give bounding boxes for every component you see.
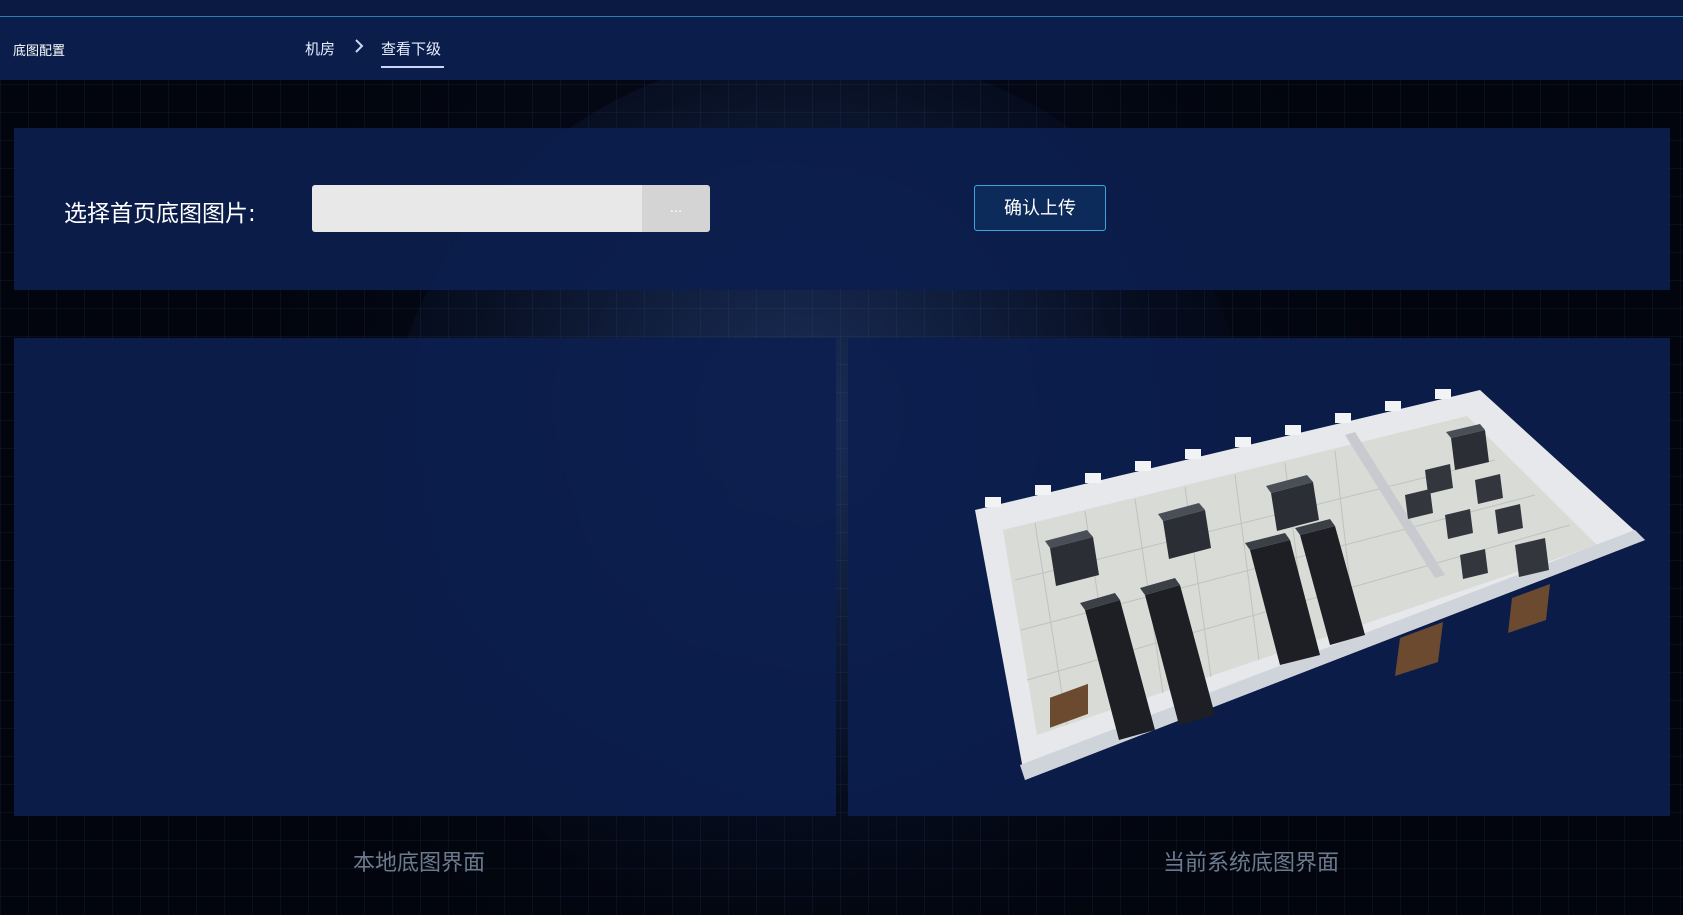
upload-panel: [14, 128, 1670, 290]
local-preview-panel: [14, 338, 836, 816]
local-preview-caption: 本地底图界面: [353, 851, 486, 876]
confirm-upload-button[interactable]: 确认上传: [974, 185, 1106, 231]
breadcrumb-item-room[interactable]: 机房: [305, 38, 335, 59]
top-bar: 底图配置 机房 查看下级: [0, 0, 1683, 80]
system-preview-caption: 当前系统底图界面: [1163, 851, 1340, 876]
upload-label: 选择首页底图图片:: [64, 201, 256, 227]
page: 底图配置 机房 查看下级 选择首页底图图片: ... 确认上传 本地底图界面 当…: [0, 0, 1683, 915]
breadcrumb-active-underline: [381, 66, 444, 68]
app-title: 底图配置: [13, 44, 66, 59]
chevron-right-icon: [355, 39, 364, 53]
breadcrumb-item-view-sub[interactable]: 查看下级: [381, 38, 441, 59]
file-path-input[interactable]: [312, 185, 642, 232]
top-strip: [0, 0, 1683, 16]
server-room-image: [975, 389, 1645, 780]
door-3: [1508, 584, 1550, 633]
browse-button[interactable]: ...: [642, 185, 710, 232]
